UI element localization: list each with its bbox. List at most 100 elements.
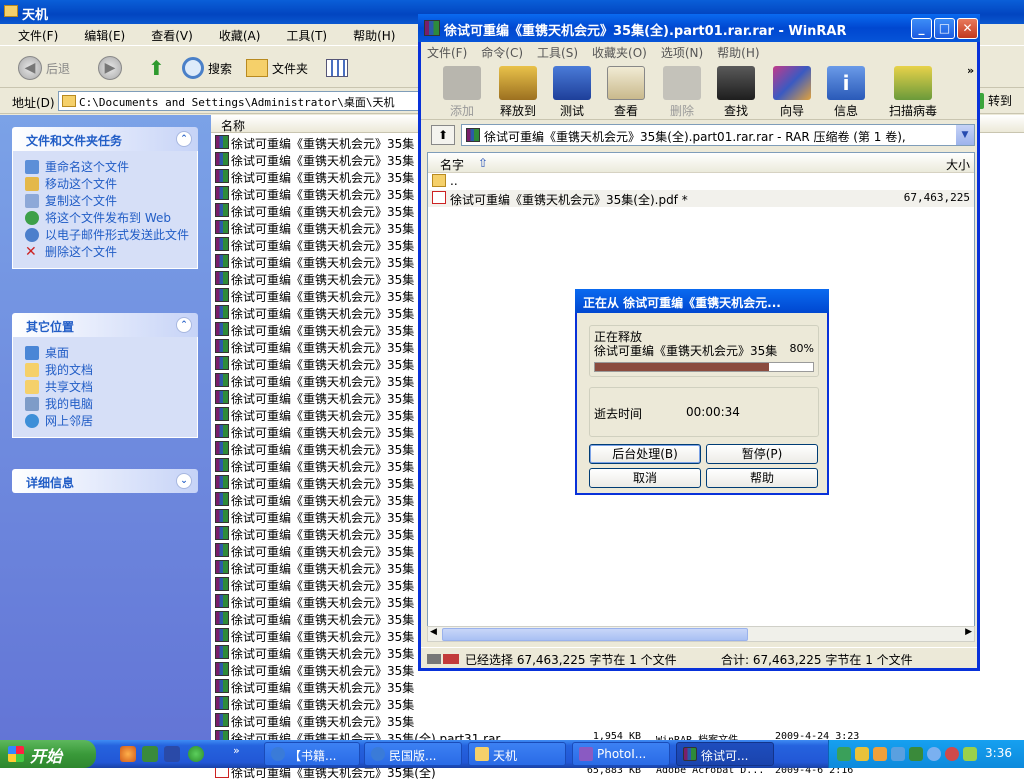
up-button[interactable]: ⬆ [148, 54, 170, 82]
address-input[interactable]: C:\Documents and Settings\Administrator\… [58, 91, 422, 111]
word-quicklaunch-icon[interactable] [164, 746, 180, 762]
taskbar: 开始 » 【书籍... 民国版... 天机 PhotoI... 徐试可... 3… [0, 740, 1024, 768]
task-publish-web[interactable]: 将这个文件发布到 Web [25, 211, 197, 225]
place-my-documents[interactable]: 我的文档 [25, 363, 197, 377]
close-button[interactable]: ✕ [957, 18, 978, 39]
quicklaunch-overflow-icon[interactable]: » [233, 744, 240, 757]
task-copy[interactable]: 复制这个文件 [25, 194, 197, 208]
chevron-down-icon[interactable]: ▼ [956, 125, 974, 145]
scroll-thumb[interactable] [442, 628, 748, 641]
wr-menu-commands[interactable]: 命令(C) [481, 44, 523, 61]
tool-find[interactable]: 查找 [709, 66, 763, 119]
menu-help[interactable]: 帮助(H) [353, 27, 395, 44]
shield-tray-icon[interactable] [855, 747, 869, 761]
tool-info[interactable]: i 信息 [819, 66, 873, 119]
horizontal-scrollbar[interactable]: ◀ ▶ [427, 626, 975, 642]
toolbar-overflow-icon[interactable]: » [967, 64, 974, 77]
menu-file[interactable]: 文件(F) [18, 27, 58, 44]
dialog-title-bar[interactable]: 正在从 徐试可重编《重镌天机会元... [575, 289, 829, 313]
file-name: 徐试可重编《重镌天机会元》35集 [231, 137, 415, 151]
sync-tray-icon[interactable] [963, 747, 977, 761]
tool-wizard[interactable]: 向导 [765, 66, 819, 119]
file-name: 徐试可重编《重镌天机会元》35集 [231, 579, 415, 593]
tool-delete[interactable]: 删除 [655, 66, 709, 119]
task-move[interactable]: 移动这个文件 [25, 177, 197, 191]
task-winrar[interactable]: 徐试可... [676, 742, 774, 766]
task-label: 复制这个文件 [45, 194, 118, 208]
task-books[interactable]: 【书籍... [264, 742, 360, 766]
background-button[interactable]: 后台处理(B) [589, 444, 701, 464]
network-tray-icon[interactable] [837, 747, 851, 761]
pause-button[interactable]: 暂停(P) [706, 444, 818, 464]
other-places-header[interactable]: 其它位置 ⌃ [12, 313, 198, 337]
tool-test[interactable]: 测试 [545, 66, 599, 119]
back-arrow-icon: ◀ [18, 56, 42, 80]
place-network[interactable]: 网上邻居 [25, 414, 197, 428]
archive-row-pdf[interactable]: 徐试可重编《重镌天机会元》35集(全).pdf * 67,463,225 [428, 190, 974, 207]
tool-virus-scan[interactable]: 扫描病毒 [883, 66, 943, 119]
warning-tray-icon[interactable] [873, 747, 887, 761]
details-header[interactable]: 详细信息 ⌄ [12, 469, 198, 493]
rar-archive-icon [215, 696, 229, 710]
archive-path-dropdown[interactable]: 徐试可重编《重镌天机会元》35集(全).part01.rar.rar - RAR… [461, 124, 975, 146]
update-tray-icon[interactable] [927, 747, 941, 761]
forward-button[interactable]: ▶ [98, 54, 122, 82]
start-button[interactable]: 开始 [0, 740, 96, 768]
menu-tools[interactable]: 工具(T) [286, 27, 327, 44]
file-name: 徐试可重编《重镌天机会元》35集 [231, 630, 415, 644]
tool-view[interactable]: 查看 [599, 66, 653, 119]
wr-menu-tools[interactable]: 工具(S) [537, 44, 578, 61]
file-row[interactable]: 徐试可重编《重镌天机会元》35集 [211, 678, 1024, 695]
folders-button[interactable]: 文件夹 [246, 54, 308, 82]
chevron-up-icon[interactable]: ⌃ [176, 131, 192, 147]
menu-edit[interactable]: 编辑(E) [84, 27, 125, 44]
tool-label: 查找 [723, 104, 748, 118]
wr-menu-file[interactable]: 文件(F) [427, 44, 467, 61]
task-photoimpact[interactable]: PhotoI... [572, 742, 670, 766]
tool-add[interactable]: 添加 [435, 66, 489, 119]
back-button[interactable]: ◀ 后退 [18, 54, 70, 82]
search-button[interactable]: 搜索 [182, 54, 232, 82]
chevron-down-icon[interactable]: ⌄ [176, 473, 192, 489]
scroll-right-icon[interactable]: ▶ [965, 627, 972, 637]
place-desktop[interactable]: 桌面 [25, 346, 197, 360]
up-folder-button[interactable]: ⬆ [431, 125, 455, 145]
task-minguo[interactable]: 民国版... [364, 742, 462, 766]
row-size: 67,463,225 [903, 191, 970, 204]
archive-row-parent[interactable]: .. [428, 173, 974, 190]
antivirus-tray-icon[interactable] [909, 747, 923, 761]
tool-extract-to[interactable]: 释放到 [491, 66, 545, 119]
place-my-computer[interactable]: 我的电脑 [25, 397, 197, 411]
maximize-button[interactable]: □ [934, 18, 955, 39]
place-shared-documents[interactable]: 共享文档 [25, 380, 197, 394]
winrar-title-bar[interactable]: 徐试可重编《重镌天机会元》35集(全).part01.rar.rar - Win… [418, 14, 980, 42]
file-row[interactable]: 徐试可重编《重镌天机会元》35集 [211, 712, 1024, 729]
wr-menu-options[interactable]: 选项(N) [661, 44, 703, 61]
file-row[interactable]: 徐试可重编《重镌天机会元》35集 [211, 695, 1024, 712]
chevron-up-icon[interactable]: ⌃ [176, 317, 192, 333]
task-delete[interactable]: ✕ 删除这个文件 [25, 245, 197, 259]
menu-view[interactable]: 查看(V) [151, 27, 193, 44]
file-tasks-header[interactable]: 文件和文件夹任务 ⌃ [12, 127, 198, 151]
clock[interactable]: 3:36 [985, 746, 1012, 760]
wr-menu-help[interactable]: 帮助(H) [717, 44, 759, 61]
task-tianji[interactable]: 天机 [468, 742, 566, 766]
task-rename[interactable]: 重命名这个文件 [25, 160, 197, 174]
file-name: 徐试可重编《重镌天机会元》35集 [231, 409, 415, 423]
column-size[interactable]: 大小 [946, 156, 970, 173]
excel-quicklaunch-icon[interactable] [142, 746, 158, 762]
cancel-button[interactable]: 取消 [589, 468, 701, 488]
task-email[interactable]: 以电子邮件形式发送此文件 [25, 228, 197, 242]
messenger-quicklaunch-icon[interactable] [188, 746, 204, 762]
minimize-button[interactable]: _ [911, 18, 932, 39]
views-button[interactable] [326, 54, 348, 82]
scroll-left-icon[interactable]: ◀ [430, 627, 437, 637]
app-tray-icon[interactable] [945, 747, 959, 761]
menu-favorites[interactable]: 收藏(A) [219, 27, 261, 44]
volume-tray-icon[interactable] [891, 747, 905, 761]
other-places-body: 桌面 我的文档 共享文档 我的电脑 网上邻居 [12, 337, 198, 438]
column-name[interactable]: 名字 [440, 156, 464, 173]
help-button[interactable]: 帮助 [706, 468, 818, 488]
wr-menu-favorites[interactable]: 收藏夹(O) [592, 44, 647, 61]
browser-quicklaunch-icon[interactable] [120, 746, 136, 762]
